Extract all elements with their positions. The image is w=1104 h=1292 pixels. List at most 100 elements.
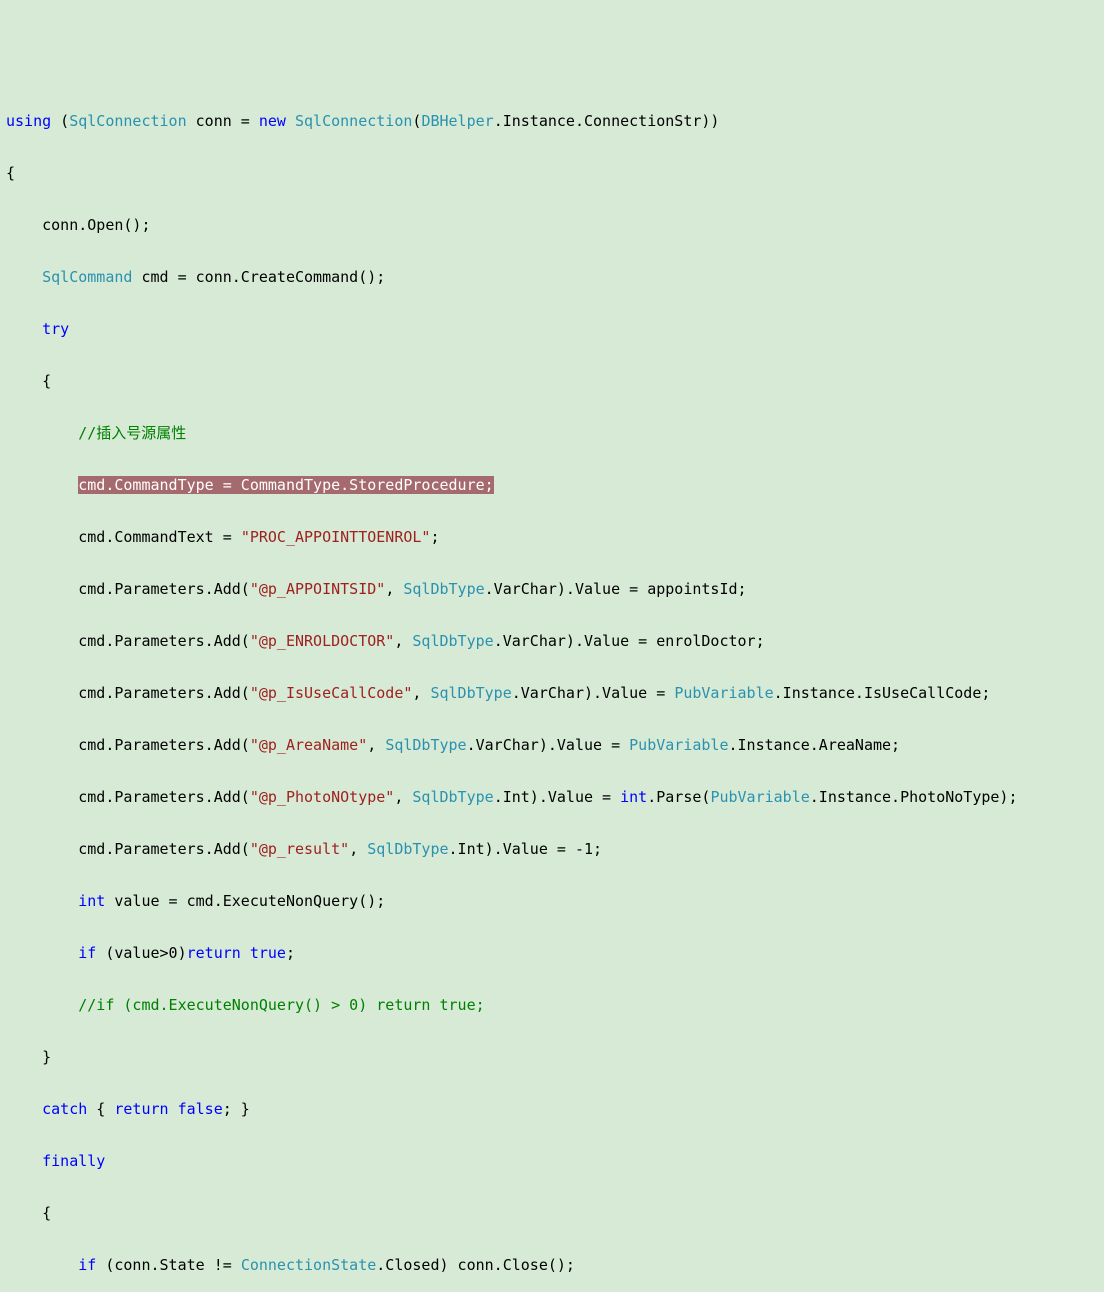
code-text xyxy=(6,1256,78,1274)
code-text xyxy=(6,476,78,494)
code-text: { xyxy=(6,1204,51,1222)
keyword: if xyxy=(78,1256,96,1274)
code-text: .Int).Value = xyxy=(494,788,620,806)
code-text: cmd.Parameters.Add( xyxy=(6,580,250,598)
keyword: return false xyxy=(114,1100,222,1118)
code-line: cmd.Parameters.Add("@p_AreaName", SqlDbT… xyxy=(6,732,1098,758)
code-line: //插入号源属性 xyxy=(6,420,1098,446)
code-text xyxy=(6,320,42,338)
code-text: .VarChar).Value = enrolDoctor; xyxy=(494,632,765,650)
string: "@p_ENROLDOCTOR" xyxy=(250,632,395,650)
code-text xyxy=(6,1100,42,1118)
code-text: , xyxy=(385,580,403,598)
code-line: using (SqlConnection conn = new SqlConne… xyxy=(6,108,1098,134)
code-line: if (conn.State != ConnectionState.Closed… xyxy=(6,1252,1098,1278)
type: SqlDbType xyxy=(412,632,493,650)
code-text: .VarChar).Value = xyxy=(512,684,675,702)
code-line: { xyxy=(6,1200,1098,1226)
code-text xyxy=(6,996,78,1014)
string: "@p_result" xyxy=(250,840,349,858)
code-text: ; xyxy=(430,528,439,546)
code-text: (value>0) xyxy=(96,944,186,962)
code-line: cmd.Parameters.Add("@p_PhotoNOtype", Sql… xyxy=(6,784,1098,810)
highlighted-line: cmd.CommandType = CommandType.StoredProc… xyxy=(78,476,493,494)
code-line: SqlCommand cmd = conn.CreateCommand(); xyxy=(6,264,1098,290)
code-text: conn.Open(); xyxy=(6,216,151,234)
keyword: new xyxy=(259,112,286,130)
code-text: { xyxy=(6,164,15,182)
code-line: cmd.CommandType = CommandType.StoredProc… xyxy=(6,472,1098,498)
code-text: } xyxy=(6,1048,51,1066)
type: PubVariable xyxy=(674,684,773,702)
string: "@p_AreaName" xyxy=(250,736,367,754)
code-text: .Int).Value = -1; xyxy=(449,840,603,858)
code-line: finally xyxy=(6,1148,1098,1174)
code-line: { xyxy=(6,160,1098,186)
string: "@p_APPOINTSID" xyxy=(250,580,385,598)
type: PubVariable xyxy=(629,736,728,754)
code-text: .Instance.AreaName; xyxy=(729,736,901,754)
type: SqlDbType xyxy=(403,580,484,598)
code-line: catch { return false; } xyxy=(6,1096,1098,1122)
code-text: { xyxy=(87,1100,114,1118)
string: "@p_PhotoNOtype" xyxy=(250,788,395,806)
code-text: cmd = conn.CreateCommand(); xyxy=(132,268,385,286)
code-line: cmd.CommandText = "PROC_APPOINTTOENROL"; xyxy=(6,524,1098,550)
code-line: int value = cmd.ExecuteNonQuery(); xyxy=(6,888,1098,914)
code-text: cmd.Parameters.Add( xyxy=(6,788,250,806)
code-line: //if (cmd.ExecuteNonQuery() > 0) return … xyxy=(6,992,1098,1018)
type: SqlDbType xyxy=(385,736,466,754)
code-line: conn.Open(); xyxy=(6,212,1098,238)
code-line: { xyxy=(6,368,1098,394)
code-text xyxy=(286,112,295,130)
code-text xyxy=(6,268,42,286)
code-text: , xyxy=(412,684,430,702)
code-text: cmd.CommandText = xyxy=(6,528,241,546)
code-text: , xyxy=(394,632,412,650)
code-line: try xyxy=(6,316,1098,342)
code-text: value = cmd.ExecuteNonQuery(); xyxy=(105,892,385,910)
code-text: .Instance.IsUseCallCode; xyxy=(774,684,991,702)
keyword: int xyxy=(78,892,105,910)
code-text: , xyxy=(367,736,385,754)
code-line: if (value>0)return true; xyxy=(6,940,1098,966)
keyword: int xyxy=(620,788,647,806)
code-text xyxy=(6,1152,42,1170)
code-text: ; } xyxy=(223,1100,250,1118)
code-text: conn = xyxy=(187,112,259,130)
type: ConnectionState xyxy=(241,1256,376,1274)
code-line: cmd.Parameters.Add("@p_ENROLDOCTOR", Sql… xyxy=(6,628,1098,654)
code-text: { xyxy=(6,372,51,390)
code-text: cmd.Parameters.Add( xyxy=(6,684,250,702)
code-line: cmd.Parameters.Add("@p_IsUseCallCode", S… xyxy=(6,680,1098,706)
type: SqlCommand xyxy=(42,268,132,286)
keyword: return true xyxy=(187,944,286,962)
string: "@p_IsUseCallCode" xyxy=(250,684,413,702)
code-text: cmd.Parameters.Add( xyxy=(6,840,250,858)
code-line: cmd.Parameters.Add("@p_APPOINTSID", SqlD… xyxy=(6,576,1098,602)
code-line: } xyxy=(6,1044,1098,1070)
type: SqlDbType xyxy=(367,840,448,858)
type: DBHelper xyxy=(421,112,493,130)
code-text xyxy=(6,424,78,442)
comment: //if (cmd.ExecuteNonQuery() > 0) return … xyxy=(78,996,484,1014)
code-text: , xyxy=(394,788,412,806)
code-text: cmd.Parameters.Add( xyxy=(6,736,250,754)
type: PubVariable xyxy=(710,788,809,806)
keyword: using xyxy=(6,112,51,130)
code-text: .Instance.PhotoNoType); xyxy=(810,788,1018,806)
type: SqlDbType xyxy=(412,788,493,806)
type: SqlConnection xyxy=(295,112,412,130)
code-text: .VarChar).Value = appointsId; xyxy=(485,580,747,598)
code-text xyxy=(6,944,78,962)
type: SqlConnection xyxy=(69,112,186,130)
keyword: finally xyxy=(42,1152,105,1170)
code-line: cmd.Parameters.Add("@p_result", SqlDbTyp… xyxy=(6,836,1098,862)
keyword: try xyxy=(42,320,69,338)
type: SqlDbType xyxy=(430,684,511,702)
code-text: .Parse( xyxy=(647,788,710,806)
keyword: if xyxy=(78,944,96,962)
code-text: .Closed) conn.Close(); xyxy=(376,1256,575,1274)
code-text: , xyxy=(349,840,367,858)
string: "PROC_APPOINTTOENROL" xyxy=(241,528,431,546)
